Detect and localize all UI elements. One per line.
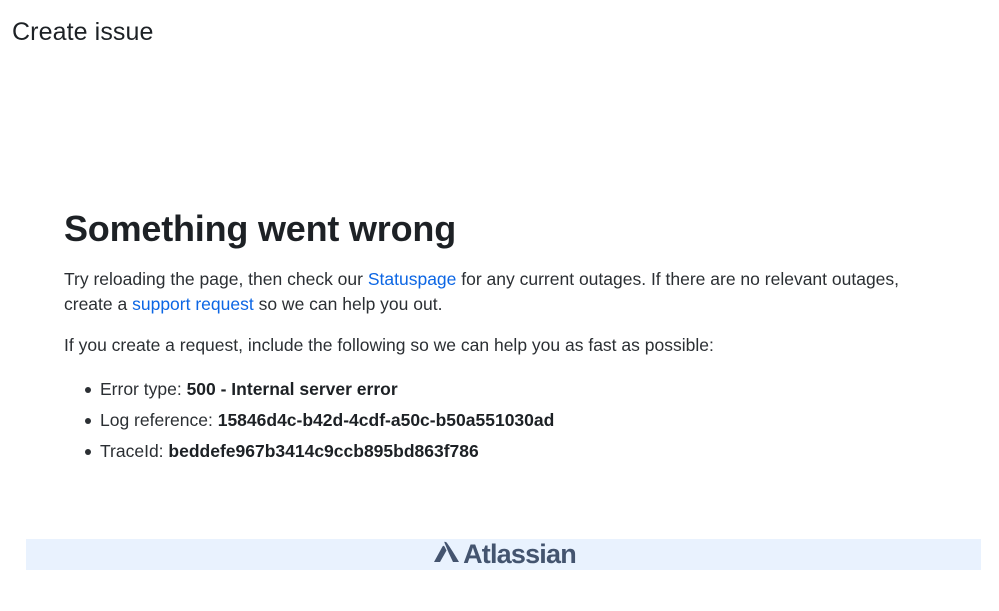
trace-id-value: beddefe967b3414c9ccb895bd863f786	[168, 441, 479, 461]
error-heading: Something went wrong	[64, 208, 456, 249]
log-reference-value: 15846d4c-b42d-4cdf-a50c-b50a551030ad	[217, 410, 555, 430]
page-title: Create issue	[12, 18, 154, 46]
log-reference-label: Log reference:	[100, 410, 218, 430]
error-details-list: Error type: 500 - Internal server error …	[64, 374, 934, 467]
support-request-link[interactable]: support request	[132, 294, 254, 314]
error-type-value: 500 - Internal server error	[186, 379, 398, 399]
error-type-label: Error type:	[100, 379, 187, 399]
bullet-icon	[85, 418, 91, 424]
error-panel: Something went wrong Try reloading the p…	[64, 205, 934, 467]
atlassian-wordmark: Atlassian	[463, 539, 577, 569]
request-instructions: If you create a request, include the fol…	[64, 335, 714, 355]
error-type-item: Error type: 500 - Internal server error	[85, 374, 934, 405]
atlassian-brand: Atlassian	[431, 539, 577, 570]
intro-text-3: so we can help you out.	[253, 294, 443, 314]
statuspage-link[interactable]: Statuspage	[368, 269, 457, 289]
bullet-icon	[85, 387, 91, 393]
footer-banner: Atlassian	[26, 539, 981, 570]
trace-id-label: TraceId:	[100, 441, 169, 461]
intro-text-1: Try reloading the page, then check our	[64, 269, 368, 289]
bullet-icon	[85, 449, 91, 455]
error-intro: Try reloading the page, then check our S…	[64, 267, 934, 317]
log-reference-item: Log reference: 15846d4c-b42d-4cdf-a50c-b…	[85, 405, 934, 436]
atlassian-logo-icon	[434, 541, 460, 562]
trace-id-item: TraceId: beddefe967b3414c9ccb895bd863f78…	[85, 436, 934, 467]
